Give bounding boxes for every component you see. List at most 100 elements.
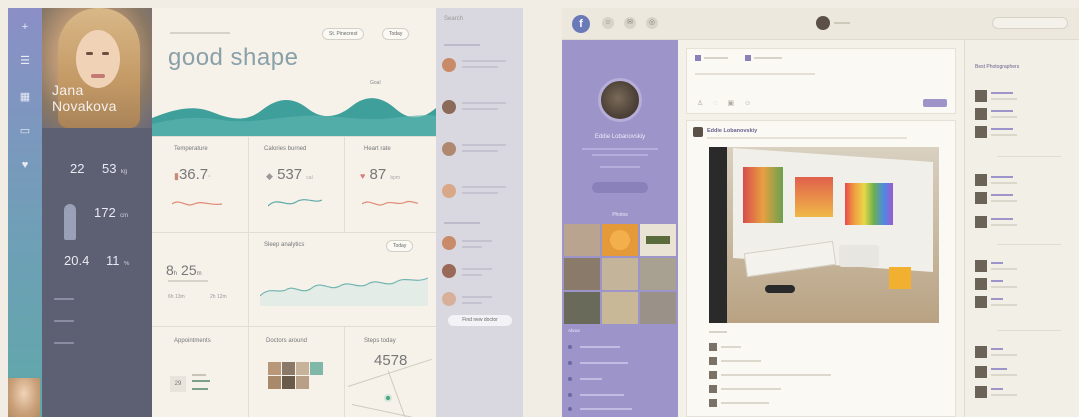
social-feed-screen: f ☺ ✉ ◎ Eddie Lobanovskiy Photos About ♙… <box>562 8 1079 417</box>
about-item <box>568 392 624 397</box>
doctor-avatar[interactable] <box>282 376 295 389</box>
profile-menu-item[interactable] <box>54 298 74 300</box>
sleep-caption <box>168 280 208 282</box>
steps-value: 4578 <box>374 352 408 369</box>
follow-button[interactable] <box>592 182 648 193</box>
search-input[interactable]: Search <box>444 16 463 22</box>
doctor-avatar[interactable] <box>442 58 456 72</box>
search-input[interactable] <box>992 17 1068 29</box>
photo-thumbnail[interactable] <box>640 292 676 324</box>
icon-rail: + ☰ ▦ ▭ ♥ <box>8 8 42 417</box>
photo-thumbnail[interactable] <box>602 258 638 290</box>
messages-icon[interactable]: ✉ <box>624 17 636 29</box>
news-feed: ♙◌▣☺ Eddie Lobanovskiy <box>678 40 964 417</box>
avatar[interactable] <box>816 16 830 30</box>
sleep-analytics-title: Sleep analytics <box>264 242 305 248</box>
post-button[interactable] <box>923 99 947 107</box>
location-select[interactable]: St. Pinecrest <box>322 28 365 40</box>
calendar-icon[interactable]: ▦ <box>17 90 33 104</box>
profile-user-name: Eddie Lobanovskiy <box>594 134 646 140</box>
photo-thumbnail[interactable] <box>564 258 600 290</box>
photo-thumbnail[interactable] <box>564 224 600 256</box>
clipboard-icon[interactable]: ▭ <box>17 124 33 138</box>
stat-age: 22 <box>70 161 85 176</box>
profile-avatar[interactable] <box>598 78 642 122</box>
doctor-avatar[interactable] <box>442 100 456 114</box>
doctors-around-title: Doctors around <box>266 338 308 344</box>
stat-weight: 53 kg <box>102 161 128 176</box>
page-headline: good shape <box>168 44 299 71</box>
doctor-avatar[interactable] <box>442 264 456 278</box>
globe-icon[interactable]: ◎ <box>646 17 658 29</box>
location-pin-icon[interactable] <box>384 394 392 402</box>
appointment-day[interactable]: 29 <box>170 376 186 392</box>
section-heading <box>444 44 480 46</box>
temperature-sparkline <box>172 201 222 206</box>
sleep-period-select[interactable]: Today <box>386 240 414 252</box>
plus-icon[interactable]: + <box>17 20 33 34</box>
deep-sleep-value: 6h 13m <box>168 294 185 300</box>
health-dashboard-screen: + ☰ ▦ ▭ ♥ Jana Novakova 22 53 kg 172 cm … <box>8 8 523 417</box>
calories-value: ◆ 537 cal <box>266 166 313 183</box>
doctor-avatar[interactable] <box>442 184 456 198</box>
doctor-avatar[interactable] <box>442 292 456 306</box>
doctor-avatar[interactable] <box>282 362 295 375</box>
about-heading: About <box>568 328 580 333</box>
composer-input[interactable] <box>695 73 815 75</box>
composer-icons: ♙◌▣☺ <box>697 99 761 107</box>
profile-name: Jana Novakova <box>52 82 117 114</box>
location-icon[interactable]: ◌ <box>713 100 727 107</box>
page-gutter <box>523 0 562 417</box>
doctor-avatar[interactable] <box>442 236 456 250</box>
doctor-avatar[interactable] <box>296 376 309 389</box>
stat-height: 172 cm <box>94 205 129 220</box>
sliders-icon[interactable]: ☰ <box>17 54 33 68</box>
photos-heading: Photos <box>612 212 628 218</box>
appointments-title: Appointments <box>174 338 211 344</box>
tag-icon[interactable]: ♙ <box>697 100 713 107</box>
heart-rate-card-title: Heart rate <box>364 146 391 152</box>
photo-thumbnail[interactable] <box>602 292 638 324</box>
doctor-avatar[interactable] <box>268 362 281 375</box>
sleep-analytics-chart <box>260 277 428 306</box>
post-photo[interactable] <box>709 147 939 323</box>
profile-panel: Jana Novakova 22 53 kg 172 cm 20.4 11 % <box>8 8 152 417</box>
photo-thumbnail[interactable] <box>640 258 676 290</box>
photo-thumbnail[interactable] <box>602 224 638 256</box>
activity-wave-chart <box>152 98 436 136</box>
stat-bodyfat: 11 % <box>106 253 130 268</box>
best-photographers-title: Best Photographers <box>975 64 1020 70</box>
profile-menu-item[interactable] <box>54 320 74 322</box>
status-tab[interactable] <box>695 55 728 61</box>
photo-thumbnail[interactable] <box>564 292 600 324</box>
photo-thumbnail[interactable] <box>640 224 676 256</box>
profile-menu-item[interactable] <box>54 342 74 344</box>
profile-last-name: Novakova <box>52 98 117 114</box>
doctor-avatar[interactable] <box>296 362 309 375</box>
photo-tab[interactable] <box>745 55 782 61</box>
camera-icon[interactable]: ▣ <box>727 100 744 107</box>
period-select[interactable]: Today <box>382 28 410 40</box>
avatar[interactable] <box>693 127 703 137</box>
doctor-avatar[interactable] <box>268 376 281 389</box>
body-figure-icon <box>64 204 76 240</box>
calories-sparkline <box>268 199 322 207</box>
doctor-avatar[interactable] <box>310 362 323 375</box>
right-column: Best Photographers <box>964 40 1079 417</box>
friends-icon[interactable]: ☺ <box>602 17 614 29</box>
doctor-avatar[interactable] <box>442 142 456 156</box>
steps-today-title: Steps today <box>364 338 396 344</box>
post-composer: ♙◌▣☺ <box>686 48 956 114</box>
user-avatar-thumbnail[interactable] <box>8 378 40 417</box>
post-author[interactable]: Eddie Lobanovskiy <box>707 128 757 134</box>
about-item <box>568 406 632 411</box>
photo-grid <box>564 224 676 324</box>
find-new-doctor-button[interactable]: Find new doctor <box>448 315 512 326</box>
dashboard-main: good shape St. Pinecrest Today Goal Temp… <box>152 8 436 417</box>
sleep-duration: 8h 25m <box>166 262 202 278</box>
heart-icon[interactable]: ♥ <box>17 158 33 172</box>
section-heading <box>444 222 480 224</box>
emoji-icon[interactable]: ☺ <box>744 100 761 107</box>
heart-rate-value: ♥ 87 bpm <box>360 166 401 183</box>
facebook-logo-icon[interactable]: f <box>572 15 590 33</box>
